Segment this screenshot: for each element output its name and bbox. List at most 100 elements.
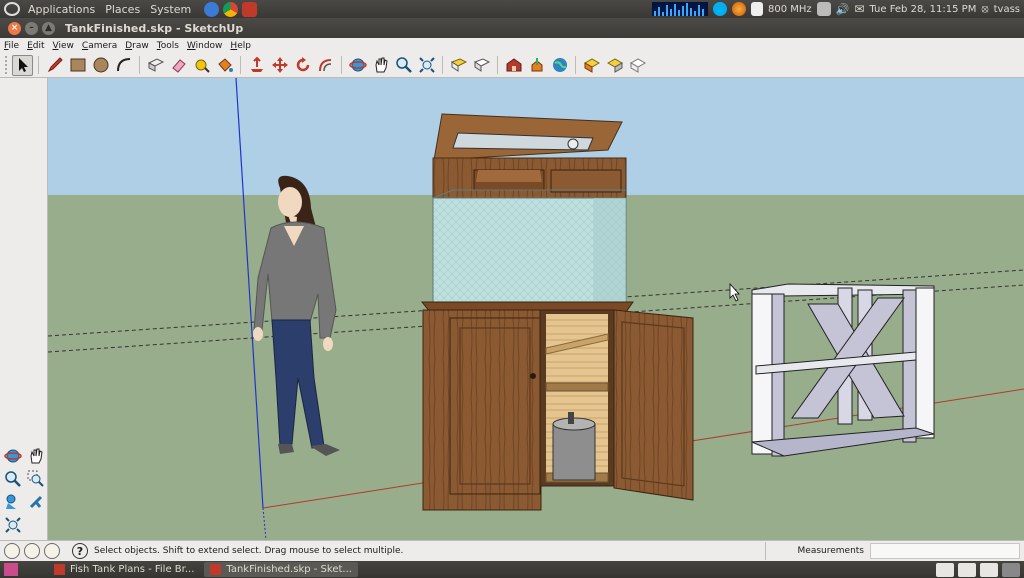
offset-icon bbox=[318, 59, 331, 72]
rotate-icon bbox=[296, 57, 309, 72]
orbit-tool-button[interactable] bbox=[347, 55, 368, 76]
sketchup-launcher-icon[interactable] bbox=[242, 1, 258, 17]
skype-icon[interactable] bbox=[713, 2, 727, 16]
system-monitor-graph[interactable] bbox=[652, 2, 708, 16]
sketchup-icon bbox=[210, 564, 222, 575]
rotate-tool-button[interactable] bbox=[292, 55, 313, 76]
status-bar: ? Select objects. Shift to extend select… bbox=[0, 540, 1024, 561]
push-pull-button[interactable] bbox=[246, 55, 267, 76]
toolbar-grip[interactable] bbox=[5, 56, 9, 74]
firefox-icon[interactable] bbox=[732, 2, 746, 16]
help-icon[interactable]: ? bbox=[72, 543, 88, 559]
menu-edit[interactable]: Edit bbox=[23, 41, 48, 51]
left-zoom-button[interactable] bbox=[2, 468, 23, 489]
eraser-tool-button[interactable] bbox=[168, 55, 189, 76]
signin-icon[interactable] bbox=[44, 543, 60, 559]
materials-icon bbox=[606, 58, 623, 73]
main-toolbar bbox=[0, 53, 1024, 78]
left-position-camera-button[interactable] bbox=[2, 491, 23, 512]
select-tool-button[interactable] bbox=[12, 54, 33, 76]
volume-icon[interactable]: 🔊 bbox=[836, 3, 850, 16]
menu-window[interactable]: Window bbox=[183, 41, 227, 51]
drawing-viewport[interactable] bbox=[48, 78, 1024, 540]
get-models-button[interactable] bbox=[503, 55, 524, 76]
top-panel: Applications Places System 800 MHz 🔊 ✉ T… bbox=[0, 0, 1024, 18]
google-earth-button[interactable] bbox=[549, 55, 570, 76]
circle-icon bbox=[93, 57, 108, 73]
components-button[interactable] bbox=[581, 55, 602, 76]
zoom-magnifier-icon bbox=[4, 470, 21, 487]
trash-icon[interactable] bbox=[1002, 562, 1020, 577]
cpu-frequency[interactable]: 800 MHz bbox=[768, 4, 812, 15]
menu-view[interactable]: View bbox=[49, 41, 78, 51]
menu-camera[interactable]: Camera bbox=[78, 41, 121, 51]
make-component-button[interactable] bbox=[145, 55, 166, 76]
maximize-window-button[interactable]: ▲ bbox=[42, 21, 55, 35]
left-zoom-extents-button[interactable] bbox=[2, 514, 23, 535]
show-desktop-icon[interactable] bbox=[4, 563, 18, 576]
workspace-switcher bbox=[936, 562, 1020, 577]
taskbar-item-sketchup[interactable]: TankFinished.skp - Sket... bbox=[204, 562, 358, 577]
left-walk-button[interactable] bbox=[25, 491, 46, 512]
phone-sync-icon[interactable] bbox=[751, 2, 763, 16]
circle-tool-button[interactable] bbox=[90, 55, 111, 76]
close-window-button[interactable]: × bbox=[8, 21, 21, 35]
clock[interactable]: Tue Feb 28, 11:15 PM bbox=[869, 4, 976, 15]
left-orbit-button[interactable] bbox=[2, 445, 23, 466]
chromium-launcher-icon[interactable] bbox=[204, 1, 220, 17]
user-icon[interactable]: ⦻ bbox=[981, 2, 988, 16]
previous-view-icon bbox=[450, 58, 467, 72]
arc-tool-button[interactable] bbox=[113, 55, 134, 76]
workspace-2[interactable] bbox=[958, 562, 976, 577]
bottom-taskbar: Fish Tank Plans - File Br... TankFinishe… bbox=[0, 561, 1024, 578]
mail-icon[interactable]: ✉ bbox=[854, 2, 864, 16]
component-icon bbox=[147, 58, 164, 72]
taskbar-item-file-browser[interactable]: Fish Tank Plans - File Br... bbox=[48, 562, 200, 577]
pencil-tool-button[interactable] bbox=[44, 55, 65, 76]
pan-tool-button[interactable] bbox=[370, 55, 391, 76]
applications-menu[interactable]: Applications bbox=[23, 3, 100, 16]
paint-bucket-button[interactable] bbox=[214, 55, 235, 76]
network-icon[interactable] bbox=[816, 2, 831, 16]
geo-location-icon[interactable] bbox=[4, 543, 20, 559]
taskbar-item-label: TankFinished.skp - Sket... bbox=[226, 564, 352, 575]
workspace-1[interactable] bbox=[936, 562, 954, 577]
previous-view-button[interactable] bbox=[448, 55, 469, 76]
menu-tools[interactable]: Tools bbox=[153, 41, 183, 51]
left-zoom-window-button[interactable] bbox=[25, 468, 46, 489]
styles-button[interactable] bbox=[627, 55, 648, 76]
zoom-extents-button[interactable] bbox=[416, 55, 437, 76]
left-tool-palette bbox=[0, 78, 48, 540]
system-menu[interactable]: System bbox=[145, 3, 196, 16]
move-tool-button[interactable] bbox=[269, 55, 290, 76]
chrome-launcher-icon[interactable] bbox=[223, 1, 239, 17]
measurements-input[interactable] bbox=[870, 543, 1020, 559]
select-arrow-icon bbox=[18, 58, 28, 72]
share-model-button[interactable] bbox=[526, 55, 547, 76]
scene-canvas[interactable] bbox=[48, 78, 1024, 540]
menu-file[interactable]: File bbox=[0, 41, 23, 51]
rectangle-tool-button[interactable] bbox=[67, 55, 88, 76]
minimize-window-button[interactable]: – bbox=[25, 21, 38, 35]
credits-icon[interactable] bbox=[24, 543, 40, 559]
zoom-extents-icon bbox=[418, 57, 435, 73]
zoom-tool-button[interactable] bbox=[393, 55, 414, 76]
username[interactable]: tvass bbox=[994, 4, 1020, 15]
next-view-button[interactable] bbox=[471, 55, 492, 76]
position-camera-icon bbox=[5, 494, 16, 509]
orbit-icon bbox=[348, 58, 367, 72]
warehouse-icon bbox=[506, 58, 521, 72]
places-menu[interactable]: Places bbox=[100, 3, 145, 16]
rectangle-icon bbox=[70, 58, 85, 72]
menu-draw[interactable]: Draw bbox=[121, 41, 153, 51]
menu-help[interactable]: Help bbox=[226, 41, 255, 51]
eraser-icon bbox=[171, 59, 186, 73]
left-pan-button[interactable] bbox=[25, 445, 46, 466]
menubar: File Edit View Camera Draw Tools Window … bbox=[0, 38, 1024, 53]
workspace-3[interactable] bbox=[980, 562, 998, 577]
offset-tool-button[interactable] bbox=[315, 55, 336, 76]
window-titlebar[interactable]: × – ▲ TankFinished.skp - SketchUp bbox=[0, 18, 1024, 38]
tape-measure-button[interactable] bbox=[191, 55, 212, 76]
ubuntu-logo-icon[interactable] bbox=[4, 2, 20, 16]
materials-button[interactable] bbox=[604, 55, 625, 76]
